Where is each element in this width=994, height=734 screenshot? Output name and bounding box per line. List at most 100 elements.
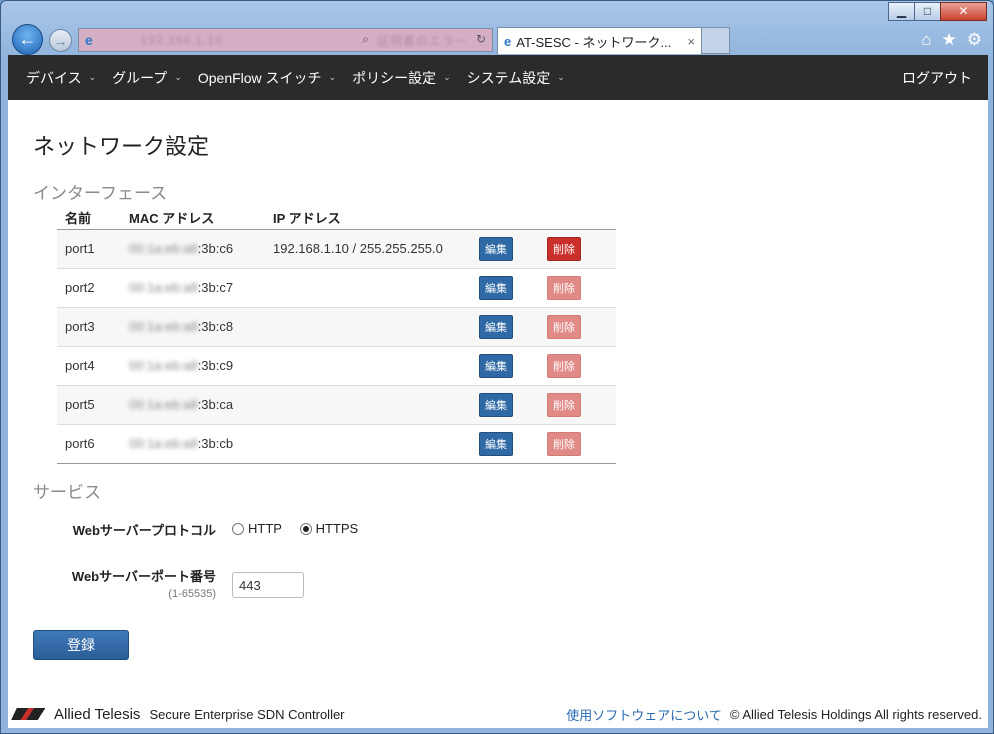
delete-cell: 削除 <box>539 385 616 425</box>
mac-tail: :3b:c7 <box>197 280 234 295</box>
mac-blurred: 00:1a:eb:a8 <box>129 436 198 451</box>
ip-address <box>265 385 471 425</box>
edit-button[interactable]: 編集 <box>479 236 513 261</box>
col-edit <box>471 207 539 230</box>
ip-address <box>265 307 471 347</box>
search-icon[interactable]: ⌕ <box>362 32 369 49</box>
radio-label: HTTPS <box>315 521 359 537</box>
services-heading: サービス <box>33 483 101 502</box>
refresh-icon[interactable]: ↻ <box>476 32 486 49</box>
edit-button[interactable]: 編集 <box>479 392 513 417</box>
new-tab-button[interactable] <box>702 27 730 54</box>
menu-groups[interactable]: グループ ⌄ <box>104 55 190 100</box>
mac-blurred: 00:1a:eb:a8 <box>129 397 198 412</box>
radio-dot[interactable] <box>232 522 244 535</box>
mac-tail: :3b:ca <box>197 397 234 412</box>
port-row: Webサーバーポート番号 (1-65535) <box>58 566 304 600</box>
edit-cell: 編集 <box>471 346 539 386</box>
edit-button[interactable]: 編集 <box>479 431 513 456</box>
mac-blurred: 00:1a:eb:a8 <box>129 280 198 295</box>
menu-policy[interactable]: ポリシー設定 ⌄ <box>344 55 459 100</box>
mac-tail: :3b:c8 <box>197 319 234 334</box>
mac-address: 00:1a:eb:a8:3b:ca <box>121 385 265 425</box>
address-tools: ⌕ 証明書のエラー ↻ <box>362 32 486 49</box>
top-navbar: デバイス ⌄ グループ ⌄ OpenFlow スイッチ ⌄ ポリシー設定 ⌄ システム設… <box>8 55 988 100</box>
radio-http[interactable]: HTTP <box>232 521 282 536</box>
delete-cell: 削除 <box>539 268 616 308</box>
edit-button[interactable]: 編集 <box>479 275 513 300</box>
table-row: port6 00:1a:eb:a8:3b:cb 編集 削除 <box>57 424 616 464</box>
mac-tail: :3b:c6 <box>197 241 234 256</box>
close-icon[interactable]: × <box>687 34 695 49</box>
mac-tail: :3b:cb <box>197 436 234 451</box>
delete-button[interactable]: 削除 <box>547 314 581 339</box>
mac-tail: :3b:c9 <box>197 358 234 373</box>
browser-toolbar: ← → e 192.168.1.10 ⌕ 証明書のエラー ↻ e AT-SESC… <box>8 23 988 55</box>
chevron-down-icon: ⌄ <box>174 72 182 82</box>
software-info-link[interactable]: 使用ソフトウェアについて <box>566 705 722 724</box>
table-header-row: 名前 MAC アドレス IP アドレス <box>57 207 616 230</box>
allied-telesis-logo-icon <box>11 708 53 720</box>
brand-name: Allied Telesis <box>54 705 141 723</box>
delete-button[interactable]: 削除 <box>547 392 581 417</box>
protocol-options: HTTP HTTPS <box>232 521 372 538</box>
col-name: 名前 <box>57 207 121 230</box>
protocol-row: Webサーバープロトコル HTTP HTTPS <box>58 520 372 539</box>
chevron-down-icon: ⌄ <box>328 72 337 82</box>
copyright-text: © Allied Telesis Holdings All rights res… <box>729 706 982 722</box>
minimize-button[interactable]: ▁ <box>888 2 915 21</box>
edit-cell: 編集 <box>471 307 539 347</box>
ip-address <box>265 268 471 308</box>
delete-cell: 削除 <box>539 424 616 464</box>
port-name: port1 <box>57 229 121 269</box>
port-name: port3 <box>57 307 121 347</box>
delete-button[interactable]: 削除 <box>547 275 581 300</box>
interfaces-heading: インターフェース <box>33 184 168 203</box>
maximize-button[interactable]: □ <box>914 2 941 21</box>
edit-button[interactable]: 編集 <box>479 314 513 339</box>
edit-button[interactable]: 編集 <box>479 353 513 378</box>
browser-tab[interactable]: e AT-SESC - ネットワーク... × <box>497 27 702 54</box>
mac-blurred: 00:1a:eb:a8 <box>129 319 198 334</box>
ie-icon: e <box>504 33 512 49</box>
forward-arrow-icon[interactable]: → <box>49 29 72 52</box>
delete-button[interactable]: 削除 <box>547 431 581 456</box>
window-controls: ▁ □ ✕ <box>888 2 987 21</box>
product-name: Secure Enterprise SDN Controller <box>149 706 345 722</box>
back-arrow-icon[interactable]: ← <box>12 24 43 55</box>
table-row: port3 00:1a:eb:a8:3b:c8 編集 削除 <box>57 307 616 347</box>
table-row: port1 00:1a:eb:a8:3b:c6 192.168.1.10 / 255… <box>57 229 616 269</box>
edit-cell: 編集 <box>471 385 539 425</box>
home-icon[interactable]: ⌂ <box>921 30 931 50</box>
logout-link[interactable]: ログアウト <box>902 68 978 88</box>
menu-label: システム設定 <box>466 69 551 86</box>
radio-dot[interactable] <box>299 522 312 535</box>
page-content: デバイス ⌄ グループ ⌄ OpenFlow スイッチ ⌄ ポリシー設定 ⌄ システム設… <box>8 55 988 728</box>
table-row: port5 00:1a:eb:a8:3b:ca 編集 削除 <box>57 385 616 425</box>
delete-cell: 削除 <box>539 346 616 386</box>
menu-label: グループ <box>112 69 168 86</box>
ip-address <box>265 346 471 386</box>
mac-address: 00:1a:eb:a8:3b:c6 <box>121 229 265 269</box>
port-label: Webサーバーポート番号 <box>71 569 216 584</box>
mac-address: 00:1a:eb:a8:3b:c7 <box>121 268 265 308</box>
address-bar[interactable]: e 192.168.1.10 ⌕ 証明書のエラー ↻ <box>78 28 493 52</box>
menu-openflow-switch[interactable]: OpenFlow スイッチ ⌄ <box>190 55 344 100</box>
protocol-label: Webサーバープロトコル <box>72 523 216 538</box>
brand-logo: Allied Telesis <box>11 705 141 723</box>
edit-cell: 編集 <box>471 424 539 464</box>
menu-label: ポリシー設定 <box>352 69 437 86</box>
close-window-button[interactable]: ✕ <box>940 2 987 21</box>
col-delete <box>539 207 616 230</box>
delete-button[interactable]: 削除 <box>547 236 581 261</box>
submit-button[interactable]: 登録 <box>33 630 129 660</box>
radio-https[interactable]: HTTPS <box>299 521 359 537</box>
favorites-icon[interactable]: ★ <box>942 30 957 50</box>
delete-cell: 削除 <box>539 229 616 269</box>
port-input[interactable] <box>232 572 304 598</box>
gear-icon[interactable]: ⚙ <box>967 30 982 50</box>
cert-error-text[interactable]: 証明書のエラー <box>377 32 468 49</box>
menu-system[interactable]: システム設定 ⌄ <box>459 55 573 100</box>
delete-button[interactable]: 削除 <box>547 353 581 378</box>
menu-devices[interactable]: デバイス ⌄ <box>18 55 104 100</box>
